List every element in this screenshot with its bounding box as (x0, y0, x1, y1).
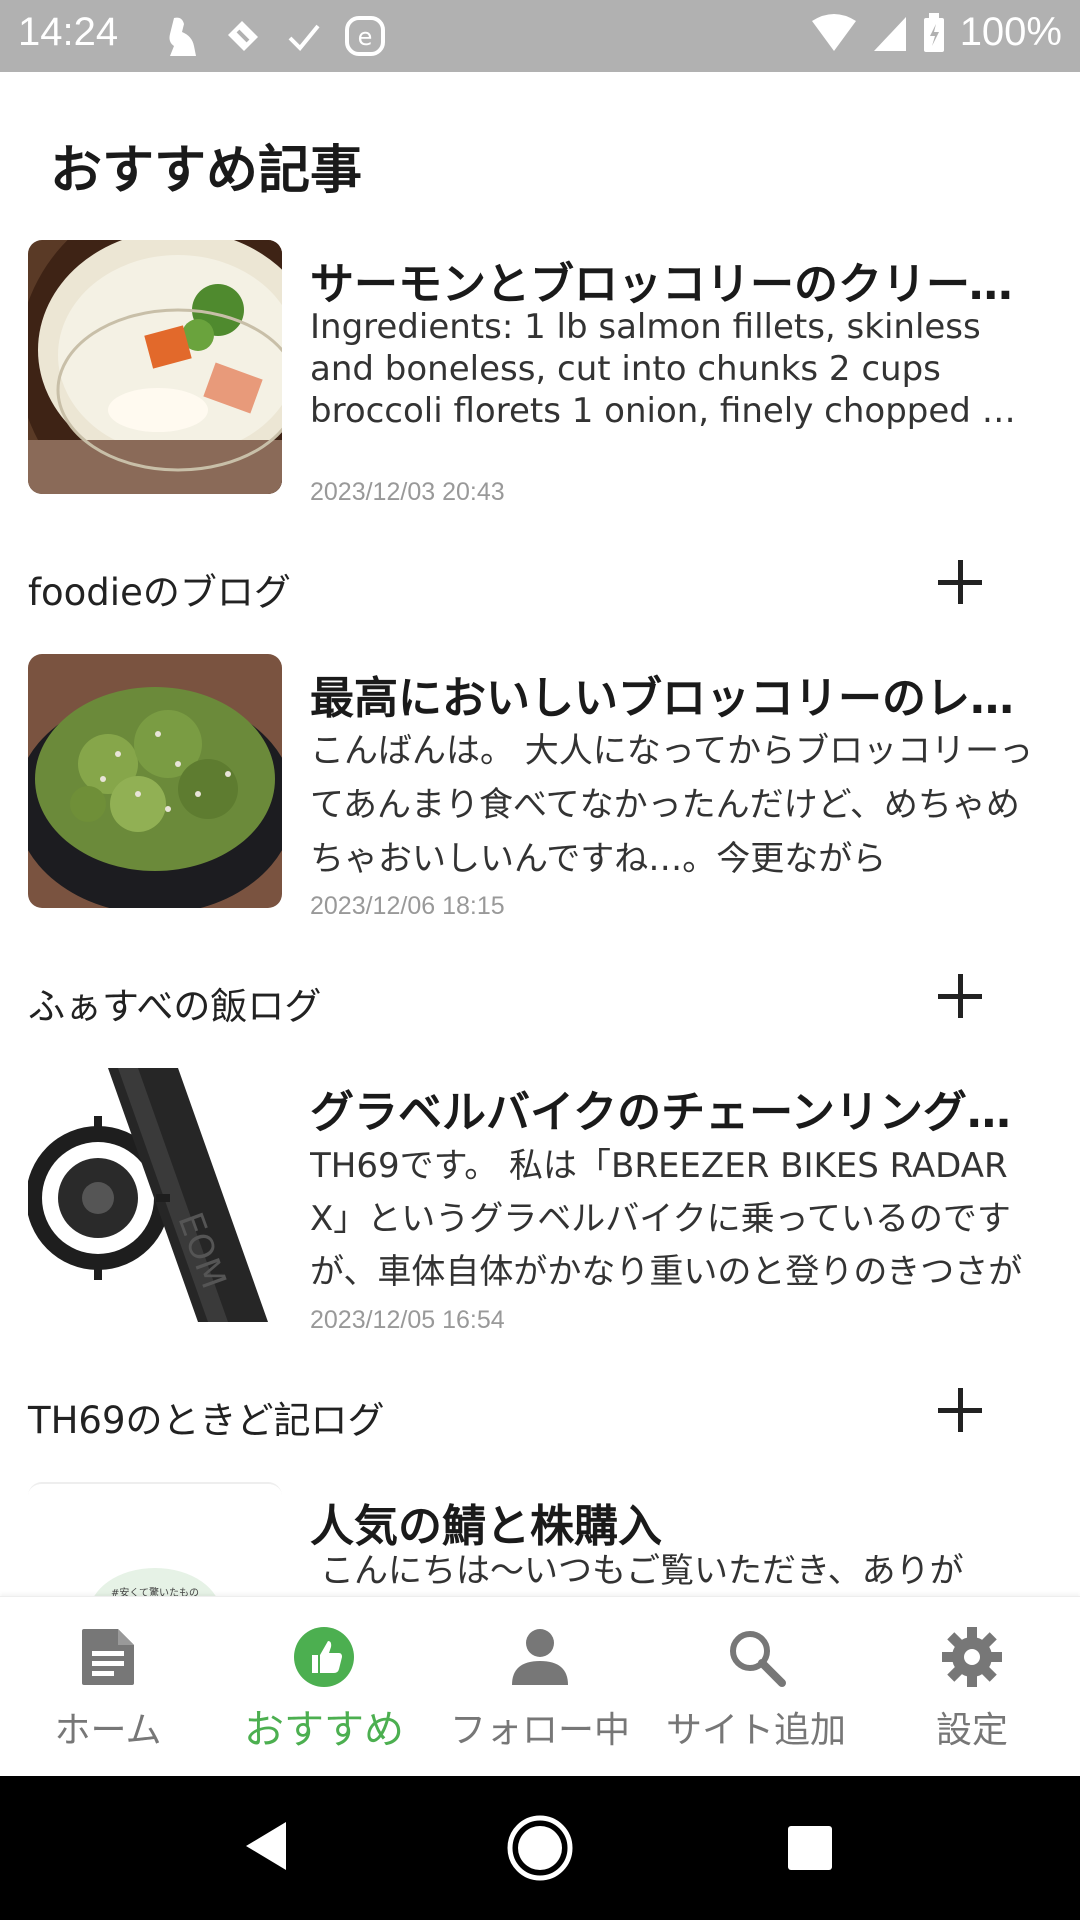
signal-icon (873, 16, 906, 51)
battery-percent: 100% (959, 10, 1062, 54)
nav-label: おすすめ (244, 1707, 404, 1753)
article-date: 2023/12/05 16:54 (310, 1306, 505, 1334)
article-thumbnail: EOM (28, 1068, 282, 1322)
blog-row: ふぁすべの飯ログ (0, 958, 1080, 1038)
nav-add-site[interactable]: サイト追加 (648, 1597, 864, 1777)
document-icon (82, 1629, 134, 1685)
article-card[interactable]: 最高においしいブロッコリーのレシピ こんばんは。 大人になってからブロッコリーっ… (0, 654, 1080, 954)
article-title[interactable]: 最高においしいブロッコリーのレシピ (310, 662, 1030, 726)
notification-icons: e (160, 14, 386, 58)
follow-plus-button[interactable] (930, 552, 990, 612)
svg-text:e: e (358, 23, 373, 51)
nav-settings[interactable]: 設定 (864, 1597, 1080, 1777)
e-icon: e (345, 16, 385, 56)
nav-recommend[interactable]: おすすめ (216, 1597, 432, 1777)
article-card[interactable]: EOM グラベルバイクのチェーンリング交換 TH69です。 私は「BREEZER… (0, 1068, 1080, 1368)
recents-icon[interactable] (786, 1824, 834, 1872)
article-excerpt: こんばんは。 大人になってからブロッコリーってあんまり食べてなかったんだけど、め… (310, 731, 1034, 879)
notification-icon (228, 21, 258, 51)
follow-plus-button[interactable] (930, 1380, 990, 1440)
article-card[interactable]: #安くて驚いたもの 人気の鯖と株購入 こんにちは〜いつもご覧いただき、ありが (0, 1482, 1080, 1596)
blog-name[interactable]: ふぁすべの飯ログ (28, 976, 321, 1030)
blog-name[interactable]: TH69のときど記ログ (28, 1390, 385, 1444)
follow-plus-button[interactable] (930, 966, 990, 1026)
page-title: おすすめ記事 (50, 141, 363, 201)
search-icon (730, 1631, 786, 1687)
article-date: 2023/12/06 18:15 (310, 892, 505, 920)
system-navigation-bar (0, 1776, 1080, 1920)
check-icon (288, 24, 320, 51)
article-thumbnail (28, 654, 282, 908)
article-thumbnail: #安くて驚いたもの (28, 1482, 282, 1596)
wifi-icon (811, 13, 856, 51)
blog-row: foodieのブログ (0, 544, 1080, 624)
article-title[interactable]: サーモンとブロッコリーのクリーム煮 (310, 248, 1030, 312)
article-date: 2023/12/03 20:43 (310, 478, 505, 506)
article-excerpt: TH69です。 私は「BREEZER BIKES RADAR X」というグラベル… (310, 1146, 1023, 1292)
home-icon[interactable] (506, 1814, 574, 1882)
thumb-promo-text: #安くて驚いたもの (111, 1586, 199, 1596)
back-icon[interactable] (242, 1820, 290, 1872)
article-card[interactable]: サーモンとブロッコリーのクリーム煮 Ingredients: 1 lb salm… (0, 240, 1080, 540)
nav-home[interactable]: ホーム (0, 1597, 216, 1777)
app-icon (169, 17, 196, 57)
thumbs-up-icon (294, 1627, 354, 1687)
nav-label: フォロー中 (449, 1710, 630, 1751)
nav-label: ホーム (54, 1710, 162, 1751)
nav-following[interactable]: フォロー中 (432, 1597, 648, 1777)
status-bar: 14:24 e 100% (0, 0, 1080, 72)
battery-icon (923, 12, 944, 52)
article-title[interactable]: 人気の鯖と株購入 (310, 1490, 1030, 1554)
person-icon (512, 1629, 568, 1685)
bottom-navigation: ホーム おすすめ フォロー中 サイト追加 設定 (0, 1596, 1080, 1776)
article-excerpt: Ingredients: 1 lb salmon fillets, skinle… (310, 307, 1004, 431)
article-excerpt: こんにちは〜いつもご覧いただき、ありが (320, 1551, 964, 1591)
nav-label: サイト追加 (665, 1710, 846, 1751)
gear-icon (942, 1627, 1002, 1687)
article-title[interactable]: グラベルバイクのチェーンリング交換 (310, 1076, 1030, 1140)
nav-label: 設定 (935, 1710, 1008, 1751)
article-thumbnail (28, 240, 282, 494)
status-time: 14:24 (18, 10, 119, 54)
blog-name[interactable]: foodieのブログ (28, 562, 291, 616)
blog-row: TH69のときど記ログ (0, 1372, 1080, 1452)
